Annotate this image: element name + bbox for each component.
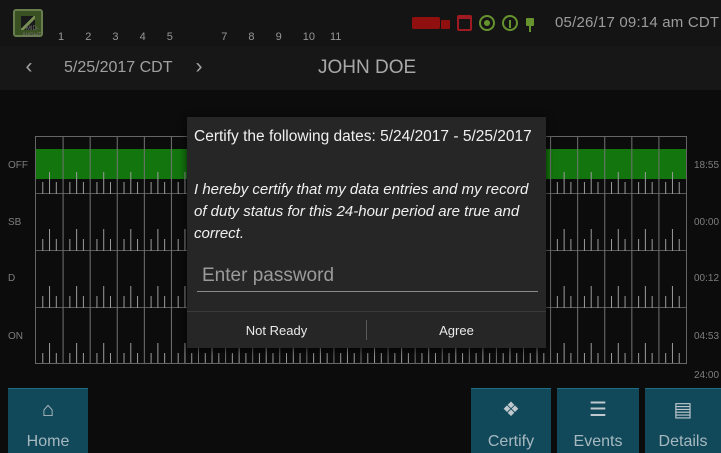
status-icons — [412, 12, 535, 34]
grand-total: 24:00 — [694, 370, 720, 381]
midnight-label: MID- NIGHT — [23, 26, 42, 39]
certify-dialog: Certify the following dates: 5/24/2017 -… — [187, 117, 546, 348]
hour-label: 4 — [139, 31, 146, 43]
row-label-on: ON — [8, 331, 23, 342]
events-icon: ☰ — [589, 399, 607, 421]
hour-label: 7 — [221, 31, 228, 43]
total-on: 04:53 — [694, 331, 720, 342]
status-bar: 05/26/17 09:14 am CDT — [0, 0, 721, 46]
truck-icon — [412, 14, 450, 32]
hour-label: 10 — [302, 31, 316, 43]
home-label: Home — [26, 433, 70, 450]
details-button[interactable]: ▤ Details — [645, 388, 721, 453]
hour-label: 5 — [166, 31, 173, 43]
signal-icon — [502, 15, 518, 31]
driver-name: JOHN DOE — [318, 57, 417, 78]
certify-button[interactable]: ❖ Certify — [471, 388, 551, 453]
hour-label: 9 — [275, 31, 282, 43]
date-header: ‹ 5/25/2017 CDT › JOHN DOE — [0, 46, 721, 90]
certify-label: Certify — [487, 433, 535, 450]
plug-icon — [525, 14, 535, 32]
home-button[interactable]: ⌂ Home — [8, 388, 88, 453]
total-sb: 00:00 — [694, 217, 720, 228]
certification-statement: I hereby certify that my data entries an… — [194, 181, 529, 242]
date-label: 5/25/2017 CDT — [64, 59, 173, 76]
details-label: Details — [658, 433, 708, 450]
hour-label: 2 — [85, 31, 92, 43]
status-datetime: 05/26/17 09:14 am CDT — [555, 14, 720, 31]
dialog-actions: Not Ready Agree — [187, 311, 546, 348]
row-label-sb: SB — [8, 217, 22, 228]
certify-icon: ❖ — [502, 399, 520, 421]
password-input[interactable] — [197, 260, 538, 292]
gps-icon — [479, 15, 495, 31]
agree-button[interactable]: Agree — [367, 312, 546, 349]
bottom-nav: ⌂ Home ❖ Certify ☰ Events ▤ Details — [0, 388, 721, 453]
previous-day-button[interactable]: ‹ — [18, 55, 40, 79]
total-off: 18:55 — [694, 160, 720, 171]
events-button[interactable]: ☰ Events — [557, 388, 639, 453]
row-label-d: D — [8, 273, 16, 284]
row-label-off: OFF — [8, 160, 28, 171]
hour-label: 8 — [248, 31, 255, 43]
not-ready-button[interactable]: Not Ready — [187, 312, 366, 349]
next-day-button[interactable]: › — [188, 55, 210, 79]
details-icon: ▤ — [673, 399, 693, 421]
home-icon: ⌂ — [41, 399, 55, 421]
dialog-title: Certify the following dates: 5/24/2017 -… — [194, 128, 532, 145]
hour-label: 1 — [58, 31, 65, 43]
calendar-icon — [457, 15, 472, 31]
hour-label: 3 — [112, 31, 119, 43]
events-label: Events — [573, 433, 623, 450]
hour-label: 11 — [330, 31, 342, 43]
total-d: 00:12 — [694, 273, 720, 284]
